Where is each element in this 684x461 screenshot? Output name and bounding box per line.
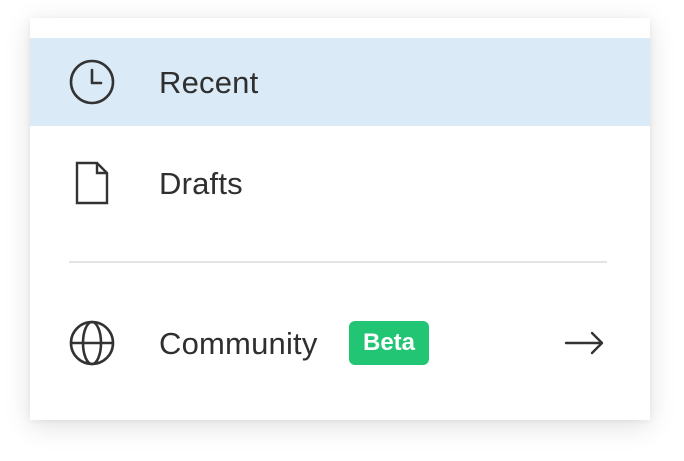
menu-item-drafts-label: Drafts [159,165,243,201]
menu-divider [69,261,607,263]
globe-icon [68,319,116,367]
document-icon [68,159,116,207]
menu-item-drafts[interactable]: Drafts [30,139,650,227]
menu-item-community-label: Community [159,325,318,361]
navigation-menu-panel: Recent Drafts Community Beta [30,18,650,420]
beta-badge: Beta [349,321,430,365]
arrow-right-icon[interactable] [562,321,606,365]
clock-icon [68,58,116,106]
menu-item-recent-label: Recent [159,64,259,100]
menu-item-recent[interactable]: Recent [30,38,650,126]
menu-item-community[interactable]: Community Beta [30,299,650,387]
